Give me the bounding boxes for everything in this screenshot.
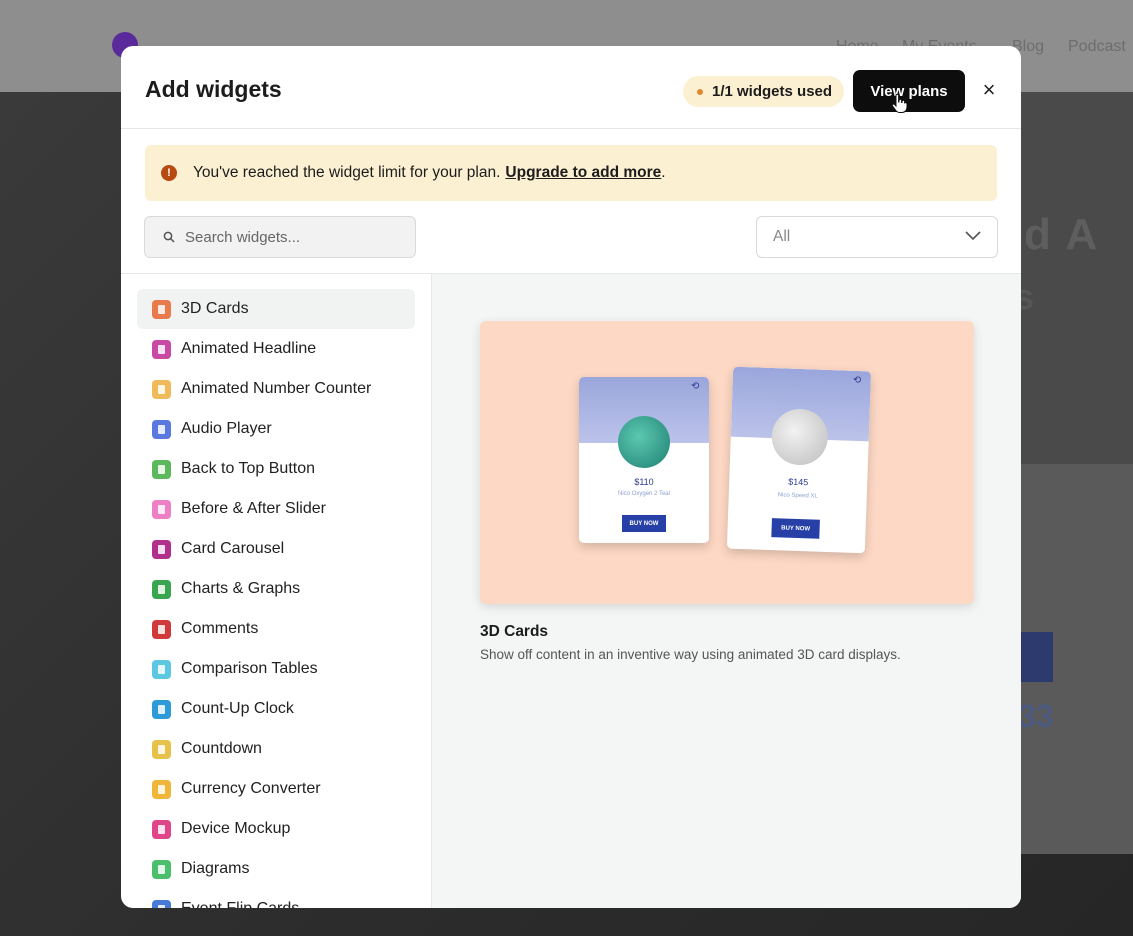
widget-item-audio-player[interactable]: Audio Player xyxy=(137,409,415,449)
undo-icon: ⟲ xyxy=(691,381,700,392)
widget-item-label: 3D Cards xyxy=(181,300,249,317)
preview-description: Show off content in an inventive way usi… xyxy=(480,647,901,662)
arrow-up-icon xyxy=(152,459,171,479)
widget-item-3d-cards[interactable]: 3D Cards xyxy=(137,289,415,329)
upgrade-link[interactable]: Upgrade to add more xyxy=(505,164,661,182)
widget-item-comments[interactable]: Comments xyxy=(137,609,415,649)
view-plans-button[interactable]: View plans xyxy=(853,70,965,112)
background-nav-item: Podcast xyxy=(1068,38,1126,55)
background-panel xyxy=(1021,92,1133,464)
widget-item-label: Before & After Slider xyxy=(181,500,326,517)
widget-item-label: Device Mockup xyxy=(181,820,291,837)
widget-item-comparison-tables[interactable]: Comparison Tables xyxy=(137,649,415,689)
diagram-icon xyxy=(152,859,171,879)
search-input[interactable] xyxy=(185,228,405,246)
filter-selected-value: All xyxy=(773,228,791,245)
widget-item-label: Diagrams xyxy=(181,860,250,877)
table-icon xyxy=(152,659,171,679)
clock-icon xyxy=(152,699,171,719)
widget-item-charts-graphs[interactable]: Charts & Graphs xyxy=(137,569,415,609)
widget-item-animated-headline[interactable]: Animated Headline xyxy=(137,329,415,369)
modal-header: Add widgets 1/1 widgets used View plans … xyxy=(121,46,1021,129)
3d-cards-icon xyxy=(152,299,171,319)
widgets-used-label: 1/1 widgets used xyxy=(712,83,833,100)
search-box[interactable] xyxy=(144,216,416,258)
preview-title: 3D Cards xyxy=(480,623,549,640)
close-icon[interactable]: × xyxy=(977,76,1001,104)
widget-item-currency-converter[interactable]: Currency Converter xyxy=(137,769,415,809)
background-stat-number: 33 xyxy=(1018,698,1054,734)
slider-icon xyxy=(152,499,171,519)
widget-item-label: Animated Headline xyxy=(181,340,317,357)
widget-item-diagrams[interactable]: Diagrams xyxy=(137,849,415,889)
comments-icon xyxy=(152,619,171,639)
widget-item-device-mockup[interactable]: Device Mockup xyxy=(137,809,415,849)
alert-suffix: . xyxy=(661,164,666,181)
card-price: $145 xyxy=(788,476,809,488)
widget-item-label: Event Flip Cards xyxy=(181,900,299,908)
widget-item-label: Card Carousel xyxy=(181,540,285,557)
background-hero-text: d A xyxy=(1024,210,1100,259)
card-price: $110 xyxy=(634,477,654,487)
preview-image[interactable]: ⟲ $110 Nico Oxygen 2 Teal BUY NOW ⟲ $145… xyxy=(480,321,974,604)
widget-item-before-after-slider[interactable]: Before & After Slider xyxy=(137,489,415,529)
widget-item-count-up-clock[interactable]: Count-Up Clock xyxy=(137,689,415,729)
number-counter-icon xyxy=(152,379,171,399)
card-buy-button: BUY NOW xyxy=(771,518,820,539)
search-icon xyxy=(163,231,175,243)
alert-message: You've reached the widget limit for your… xyxy=(193,164,501,181)
chevron-down-icon xyxy=(965,231,981,241)
background-blue-block xyxy=(1021,632,1053,682)
widget-item-label: Audio Player xyxy=(181,420,272,437)
bar-chart-icon xyxy=(152,579,171,599)
widget-list: 3D Cards Animated Headline Animated Numb… xyxy=(121,274,432,908)
warning-icon: ! xyxy=(161,165,177,181)
add-widgets-modal: Add widgets 1/1 widgets used View plans … xyxy=(121,46,1021,908)
widget-item-label: Currency Converter xyxy=(181,780,321,797)
shoe-image-icon xyxy=(770,408,829,466)
widgets-used-badge: 1/1 widgets used xyxy=(683,76,845,107)
category-filter-select[interactable]: All xyxy=(756,216,998,258)
widget-item-label: Count-Up Clock xyxy=(181,700,294,717)
status-dot-icon xyxy=(697,88,703,95)
device-icon xyxy=(152,819,171,839)
widget-item-label: Comparison Tables xyxy=(181,660,318,677)
animated-headline-icon xyxy=(152,339,171,359)
widget-item-label: Comments xyxy=(181,620,259,637)
hand-cursor-icon xyxy=(891,94,907,113)
widget-item-card-carousel[interactable]: Card Carousel xyxy=(137,529,415,569)
carousel-icon xyxy=(152,539,171,559)
modal-title: Add widgets xyxy=(145,76,282,102)
flip-cards-icon xyxy=(152,899,171,908)
shoe-image-icon xyxy=(618,416,670,468)
currency-icon xyxy=(152,779,171,799)
widget-limit-alert: ! You've reached the widget limit for yo… xyxy=(145,145,997,201)
preview-product-card: ⟲ $110 Nico Oxygen 2 Teal BUY NOW xyxy=(579,377,709,543)
widget-item-animated-number-counter[interactable]: Animated Number Counter xyxy=(137,369,415,409)
card-product-name: Nico Oxygen 2 Teal xyxy=(618,491,670,497)
preview-product-card: ⟲ $145 Nico Speed XL BUY NOW xyxy=(726,366,872,554)
card-product-name: Nico Speed XL xyxy=(777,492,818,500)
undo-icon: ⟲ xyxy=(852,374,862,387)
widget-item-label: Animated Number Counter xyxy=(181,380,372,397)
music-note-icon xyxy=(152,419,171,439)
widget-item-event-flip-cards[interactable]: Event Flip Cards xyxy=(137,889,415,908)
widget-item-label: Countdown xyxy=(181,740,262,757)
widget-item-back-to-top-button[interactable]: Back to Top Button xyxy=(137,449,415,489)
widget-item-label: Back to Top Button xyxy=(181,460,316,477)
widget-item-label: Charts & Graphs xyxy=(181,580,301,597)
widget-preview-panel: ⟲ $110 Nico Oxygen 2 Teal BUY NOW ⟲ $145… xyxy=(432,274,1021,908)
widget-item-countdown[interactable]: Countdown xyxy=(137,729,415,769)
card-buy-button: BUY NOW xyxy=(622,515,666,532)
countdown-icon xyxy=(152,739,171,759)
